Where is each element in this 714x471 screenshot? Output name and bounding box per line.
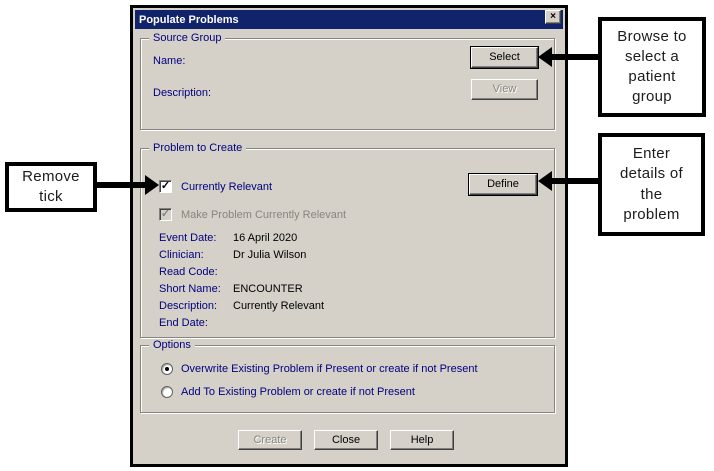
callout-remove-tick: Remove tick bbox=[5, 162, 97, 212]
arrow-shaft bbox=[551, 178, 598, 184]
check-icon: ✓ bbox=[161, 208, 170, 220]
field-row-read-code: Read Code: bbox=[159, 266, 539, 283]
screenshot-canvas: Populate Problems × Source Group Name: D… bbox=[0, 0, 714, 471]
field-row-clinician: Clinician: Dr Julia Wilson bbox=[159, 249, 539, 266]
clinician-value: Dr Julia Wilson bbox=[233, 249, 306, 266]
description-label: Description: bbox=[153, 87, 211, 99]
field-row-description: Description: Currently Relevant bbox=[159, 300, 539, 317]
help-button[interactable]: Help bbox=[390, 430, 454, 450]
event-date-label: Event Date: bbox=[159, 232, 233, 249]
short-name-value: ENCOUNTER bbox=[233, 283, 303, 300]
radio-dot bbox=[165, 367, 169, 371]
read-code-label: Read Code: bbox=[159, 266, 233, 283]
add-to-radio-label: Add To Existing Problem or create if not… bbox=[181, 386, 415, 398]
callout-enter-details: Enter details of the problem bbox=[598, 133, 705, 236]
end-date-label: End Date: bbox=[159, 317, 233, 334]
currently-relevant-label: Currently Relevant bbox=[181, 181, 272, 193]
arrow-left-icon bbox=[538, 47, 552, 67]
close-icon[interactable]: × bbox=[545, 10, 561, 24]
problem-to-create-box: Problem to Create ✓ Currently Relevant D… bbox=[140, 148, 555, 338]
select-button[interactable]: Select bbox=[471, 47, 538, 68]
problem-group-legend: Problem to Create bbox=[149, 142, 246, 155]
event-date-value: 16 April 2020 bbox=[233, 232, 297, 249]
source-group-box: Source Group Name: Description: Select V… bbox=[140, 38, 555, 130]
short-name-label: Short Name: bbox=[159, 283, 233, 300]
field-row-short-name: Short Name: ENCOUNTER bbox=[159, 283, 539, 300]
add-to-radio[interactable] bbox=[161, 386, 173, 398]
description-field-value: Currently Relevant bbox=[233, 300, 324, 317]
create-button[interactable]: Create bbox=[238, 430, 302, 450]
field-row-end-date: End Date: bbox=[159, 317, 539, 334]
close-button[interactable]: Close bbox=[314, 430, 378, 450]
clinician-label: Clinician: bbox=[159, 249, 233, 266]
check-icon: ✓ bbox=[161, 180, 170, 192]
callout-browse-group: Browse to select a patient group bbox=[598, 17, 706, 117]
arrow-shaft bbox=[551, 54, 598, 60]
field-row-event-date: Event Date: 16 April 2020 bbox=[159, 232, 539, 249]
currently-relevant-checkbox[interactable]: ✓ bbox=[159, 180, 172, 193]
overwrite-radio-label: Overwrite Existing Problem if Present or… bbox=[181, 363, 478, 375]
description-field-label: Description: bbox=[159, 300, 233, 317]
arrow-left-icon bbox=[538, 171, 552, 191]
title-bar[interactable]: Populate Problems bbox=[135, 10, 563, 29]
arrow-right-icon bbox=[145, 175, 159, 195]
arrow-shaft bbox=[97, 182, 145, 188]
make-relevant-label: Make Problem Currently Relevant bbox=[181, 209, 346, 221]
options-box: Options Overwrite Existing Problem if Pr… bbox=[140, 345, 555, 413]
define-button[interactable]: Define bbox=[469, 174, 537, 195]
overwrite-radio[interactable] bbox=[161, 363, 173, 375]
view-button[interactable]: View bbox=[471, 79, 538, 100]
options-legend: Options bbox=[149, 339, 195, 352]
source-group-legend: Source Group bbox=[149, 32, 225, 45]
populate-problems-dialog: Populate Problems × Source Group Name: D… bbox=[130, 5, 568, 467]
dialog-title: Populate Problems bbox=[139, 14, 239, 26]
make-relevant-checkbox[interactable]: ✓ bbox=[159, 208, 172, 221]
name-label: Name: bbox=[153, 55, 185, 67]
